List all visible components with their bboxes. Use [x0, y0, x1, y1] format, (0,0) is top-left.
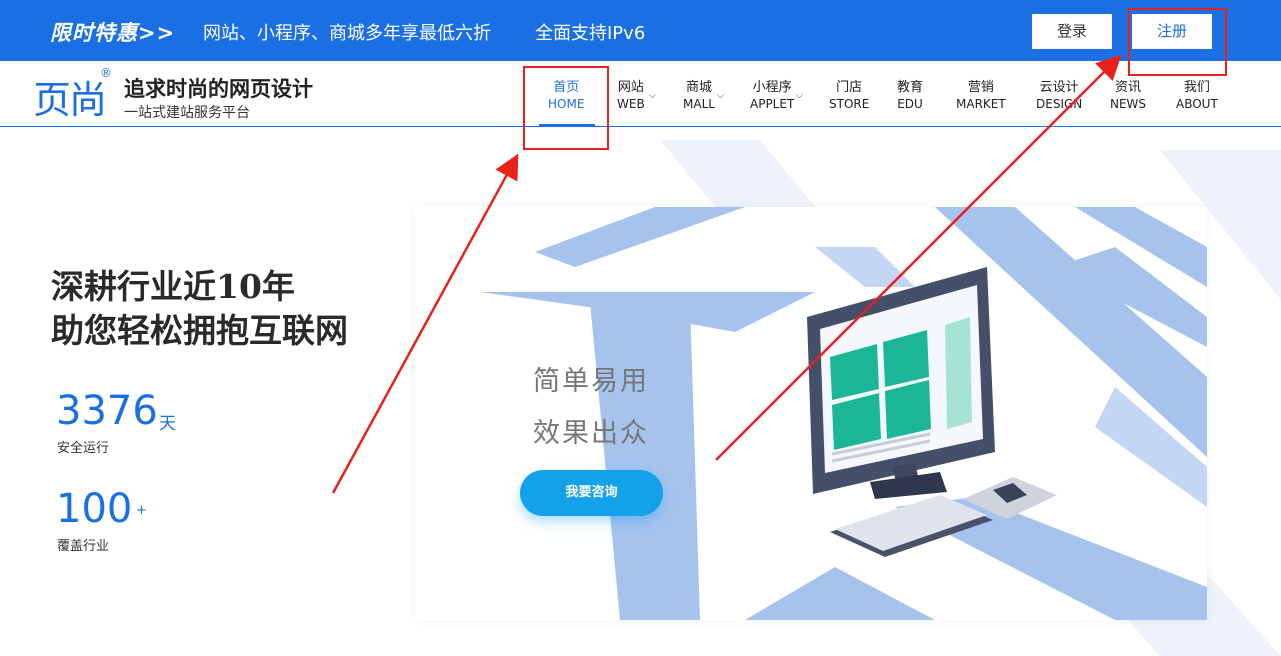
- page: 限时特惠>> 网站、小程序、商城多年享最低六折 全面支持IPv6 登录 注册 页…: [0, 0, 1281, 656]
- annotation-arrows: [331, 54, 1122, 494]
- arrow-to-home: [331, 153, 519, 494]
- arrow-to-register: [715, 54, 1122, 461]
